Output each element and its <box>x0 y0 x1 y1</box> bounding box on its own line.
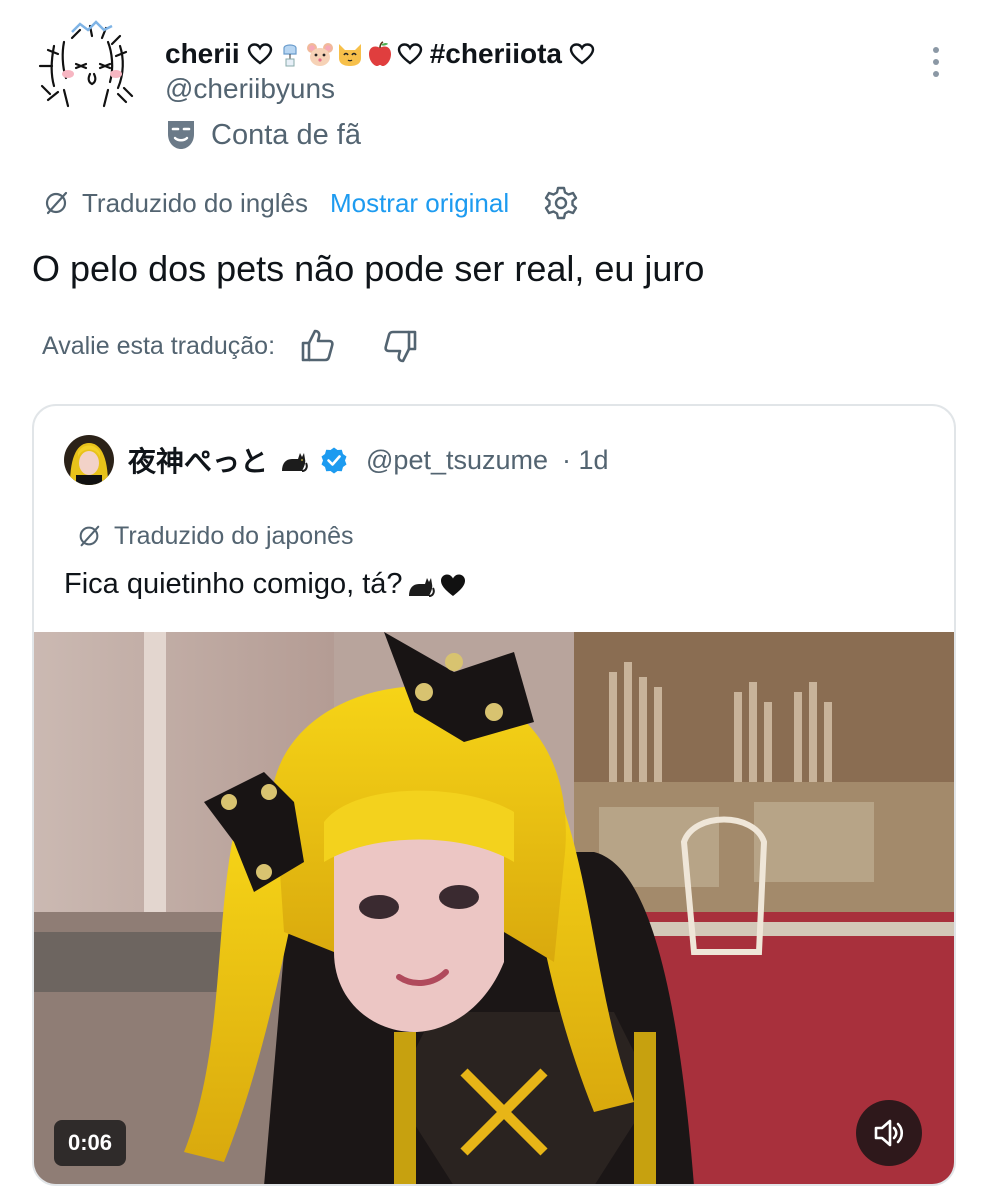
thumbs-down-icon[interactable] <box>381 327 419 365</box>
rate-translation-label: Avalie esta tradução: <box>42 331 276 360</box>
author-name[interactable]: cherii <box>165 38 240 70</box>
video-time-badge: 0:06 <box>54 1120 127 1166</box>
name-emoji-group <box>246 40 424 68</box>
speaker-icon[interactable] <box>856 1100 922 1166</box>
quoted-author-avatar[interactable] <box>64 435 114 485</box>
quoted-post-card[interactable]: 夜神ぺっと @pet_tsuzume · 1d Traduzido do jap… <box>32 404 956 1186</box>
quoted-post-time[interactable]: · 1d <box>562 445 609 476</box>
thumbs-up-icon[interactable] <box>299 327 337 365</box>
quoted-post-header: 夜神ぺっと @pet_tsuzume · 1d <box>64 434 609 486</box>
apple-icon <box>368 41 391 66</box>
quoted-post-text: Fica quietinho comigo, tá? <box>64 568 403 600</box>
rate-translation-row: Avalie esta tradução: <box>42 322 419 370</box>
black-heart-icon <box>440 574 465 596</box>
quoted-translation-label: Traduzido do japonês <box>114 521 354 550</box>
translate-slash-icon <box>79 525 100 547</box>
mouse-face-icon <box>306 43 333 66</box>
heart-outline-icon <box>397 43 422 65</box>
author-hashtag[interactable]: #cheriiota <box>430 38 562 70</box>
translation-row: Traduzido do inglês Mostrar original <box>42 180 579 226</box>
wind-chime-icon <box>283 44 297 67</box>
heart-outline-icon <box>247 43 272 65</box>
theater-mask-icon <box>168 121 194 149</box>
gear-icon[interactable] <box>543 185 579 221</box>
quoted-post-text-row: Fica quietinho comigo, tá? <box>64 568 467 601</box>
verified-badge-icon <box>321 447 347 474</box>
video-frame <box>34 632 954 1184</box>
quoted-author-name[interactable]: 夜神ぺっと <box>128 440 268 480</box>
author-name-row[interactable]: cherii #cheriiota <box>165 34 596 74</box>
video-player[interactable]: 0:06 <box>34 632 954 1184</box>
fan-account-text: Conta de fã <box>211 118 361 151</box>
post-text: O pelo dos pets não pode ser real, eu ju… <box>32 248 705 289</box>
quoted-translation-row: Traduzido do japonês <box>76 516 354 556</box>
author-avatar[interactable] <box>28 16 144 112</box>
heart-outline-icon <box>569 43 595 65</box>
translation-label: Traduzido do inglês <box>82 187 308 218</box>
cat-face-icon <box>338 44 361 66</box>
more-vertical-icon[interactable] <box>926 42 946 82</box>
show-original-link[interactable]: Mostrar original <box>330 188 509 219</box>
author-handle[interactable]: @cheriibyuns <box>165 73 335 105</box>
quoted-author-handle[interactable]: @pet_tsuzume <box>366 445 548 476</box>
black-cat-icon <box>282 453 308 472</box>
fan-account-label: Conta de fã <box>165 113 361 157</box>
translate-slash-icon <box>45 191 68 215</box>
black-cat-icon <box>408 577 435 597</box>
